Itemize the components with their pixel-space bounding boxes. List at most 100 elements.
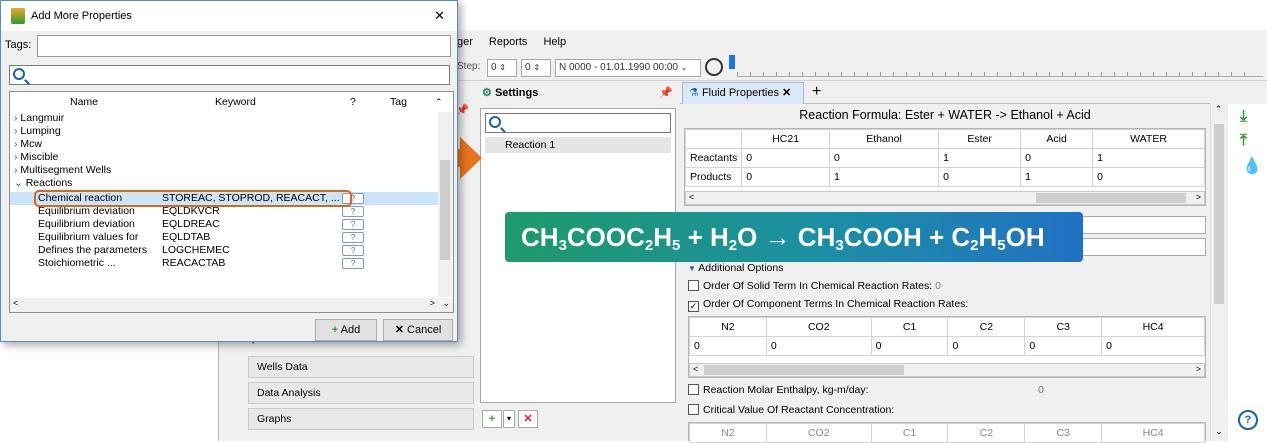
table-cell[interactable]: 0 [741,148,830,168]
column-header: CO2 [765,423,872,443]
table-cell[interactable]: 0 [741,167,830,187]
component-order-option[interactable]: ✓ Order Of Component Terms In Chemical Re… [688,298,968,312]
component-order-checkbox[interactable]: ✓ [688,301,699,312]
property-row[interactable]: Defines the parameters LOGCHEMEC? [10,244,438,257]
close-icon[interactable]: ✕ [782,87,791,99]
table-cell[interactable]: 0 [1024,336,1103,356]
table-cell[interactable]: 0 [1020,148,1094,168]
help-icon[interactable]: ? [342,245,364,256]
timeline-tick [997,72,998,76]
vertical-scrollbar[interactable]: ⌃ ⌄ [1210,104,1226,441]
row-label: Reactants [684,148,743,168]
timeline-tick [1010,72,1011,76]
help-icon[interactable]: ? [1238,410,1258,430]
help-icon[interactable]: ? [342,206,364,217]
column-header: Ester [938,129,1022,149]
panel-graphs[interactable]: Graphs [248,408,474,430]
drop-icon[interactable]: 💧 [1242,156,1262,176]
step-input-a[interactable]: 0 ⇕ [487,59,517,77]
panel-data-analysis[interactable]: Data Analysis [248,382,474,404]
column-header: C2 [947,423,1026,443]
table-cell[interactable]: 1 [1020,167,1094,187]
table-cell[interactable]: 0 [870,336,949,356]
timeline-tick [854,72,855,76]
tree-item[interactable]: › Multisegment Wells [14,164,111,177]
tree-item[interactable]: › Mcw [14,138,42,151]
add-dropdown-button[interactable]: ▾ [503,410,515,428]
solid-order-checkbox[interactable] [688,280,699,291]
close-icon[interactable]: ✕ [434,1,445,31]
table-cell[interactable]: 0 [828,148,940,168]
timeline-handle[interactable] [729,55,735,69]
column-header: C3 [1024,317,1103,337]
pin-icon[interactable]: 📌 [659,82,673,104]
timeline-tick [737,72,738,76]
list-horizontal-scrollbar[interactable]: < > ⌄ [10,298,453,312]
table-cell[interactable]: 0 [689,336,767,356]
settings-header: ⚙ Settings 📌 [482,82,677,104]
download-arrow-icon[interactable]: ⤓ [1240,108,1247,126]
help-icon[interactable]: ? [342,258,364,269]
help-icon[interactable]: ? [342,232,364,243]
step-input-b[interactable]: 0 ⇕ [521,59,551,77]
tree-item[interactable]: ⌄ Reactions [14,177,72,190]
table-cell[interactable]: 1 [828,167,940,187]
column-header: HC21 [741,129,830,149]
chevron-down-icon[interactable]: ⌄ [14,177,26,189]
additional-options-header[interactable]: ▼ Additional Options [688,262,784,274]
critical-checkbox[interactable] [688,404,699,415]
table-cell[interactable]: 0 [765,336,872,356]
list-vertical-scrollbar[interactable] [438,112,452,297]
tab-fluid-properties[interactable]: ⚗ Fluid Properties ✕ [682,82,804,104]
enthalpy-option[interactable]: Reaction Molar Enthalpy, kg-m/day: 0 [688,384,1206,396]
table-cell[interactable]: 1 [938,148,1022,168]
enthalpy-checkbox[interactable] [688,384,699,395]
add-reaction-button[interactable]: + [482,410,502,428]
column-header: CO2 [765,317,872,337]
table-cell[interactable]: 0 [938,167,1022,187]
dialog-titlebar: Add More Properties ✕ [1,1,457,31]
horizontal-scrollbar[interactable]: < > [685,191,1205,205]
timeline-tick [1140,72,1141,76]
tags-label: Tags: [5,39,32,51]
property-row[interactable]: Equilibrium values for EQLDTAB? [10,231,438,244]
menu-help[interactable]: Help [541,34,568,54]
solid-order-value: 0 [935,280,941,292]
help-icon[interactable]: ? [342,219,364,230]
timeline-slider[interactable] [737,67,1263,77]
upload-arrow-icon[interactable]: ⤒ [1240,132,1247,150]
property-search-input[interactable] [9,65,450,85]
table-cell[interactable]: 0 [1092,167,1205,187]
add-button[interactable]: + Add [315,319,377,341]
delete-reaction-button[interactable]: ✕ [518,410,538,428]
cancel-button[interactable]: ✕ Cancel [383,319,453,341]
row-label: Products [684,167,743,187]
horizontal-scrollbar[interactable]: < > [689,363,1205,377]
table-cell[interactable]: 0 [947,336,1026,356]
tree-item[interactable]: › Miscible [14,151,58,164]
scroll-up-icon[interactable]: ⌃ [435,96,443,109]
timeline-tick [1244,72,1245,76]
tab-bar: ⚗ Fluid Properties ✕ + [680,82,1210,104]
tags-input[interactable] [37,35,451,57]
search-icon [489,116,501,128]
tree-item[interactable]: › Lumping [14,125,61,138]
timeline-tick [815,72,816,76]
table-cell[interactable]: 1 [1092,148,1205,168]
menu-reports[interactable]: Reports [487,34,530,54]
property-row[interactable]: Equilibrium deviation EQLDREAC? [10,218,438,231]
solid-order-option[interactable]: Order Of Solid Term In Chemical Reaction… [688,280,1206,292]
date-select[interactable]: N 0000 - 01.01.1990 00:00 ⌄ [555,59,701,77]
critical-option[interactable]: Critical Value Of Reactant Concentration… [688,404,894,416]
panel-wells-data[interactable]: Wells Data [248,356,474,378]
tree-item[interactable]: › Langmuir [14,112,64,125]
settings-search-input[interactable] [485,113,671,133]
timeline-tick [984,72,985,76]
new-tab-button[interactable]: + [812,82,821,102]
add-more-properties-dialog: Add More Properties ✕ Tags: Name Keyword… [0,0,458,342]
clock-icon[interactable] [705,58,723,76]
settings-item-reaction-1[interactable]: Reaction 1 [485,137,671,153]
app-icon [11,8,25,24]
table-cell[interactable]: 0 [1101,336,1205,356]
property-row[interactable]: Stoichiometric ... REACACTAB? [10,257,438,270]
